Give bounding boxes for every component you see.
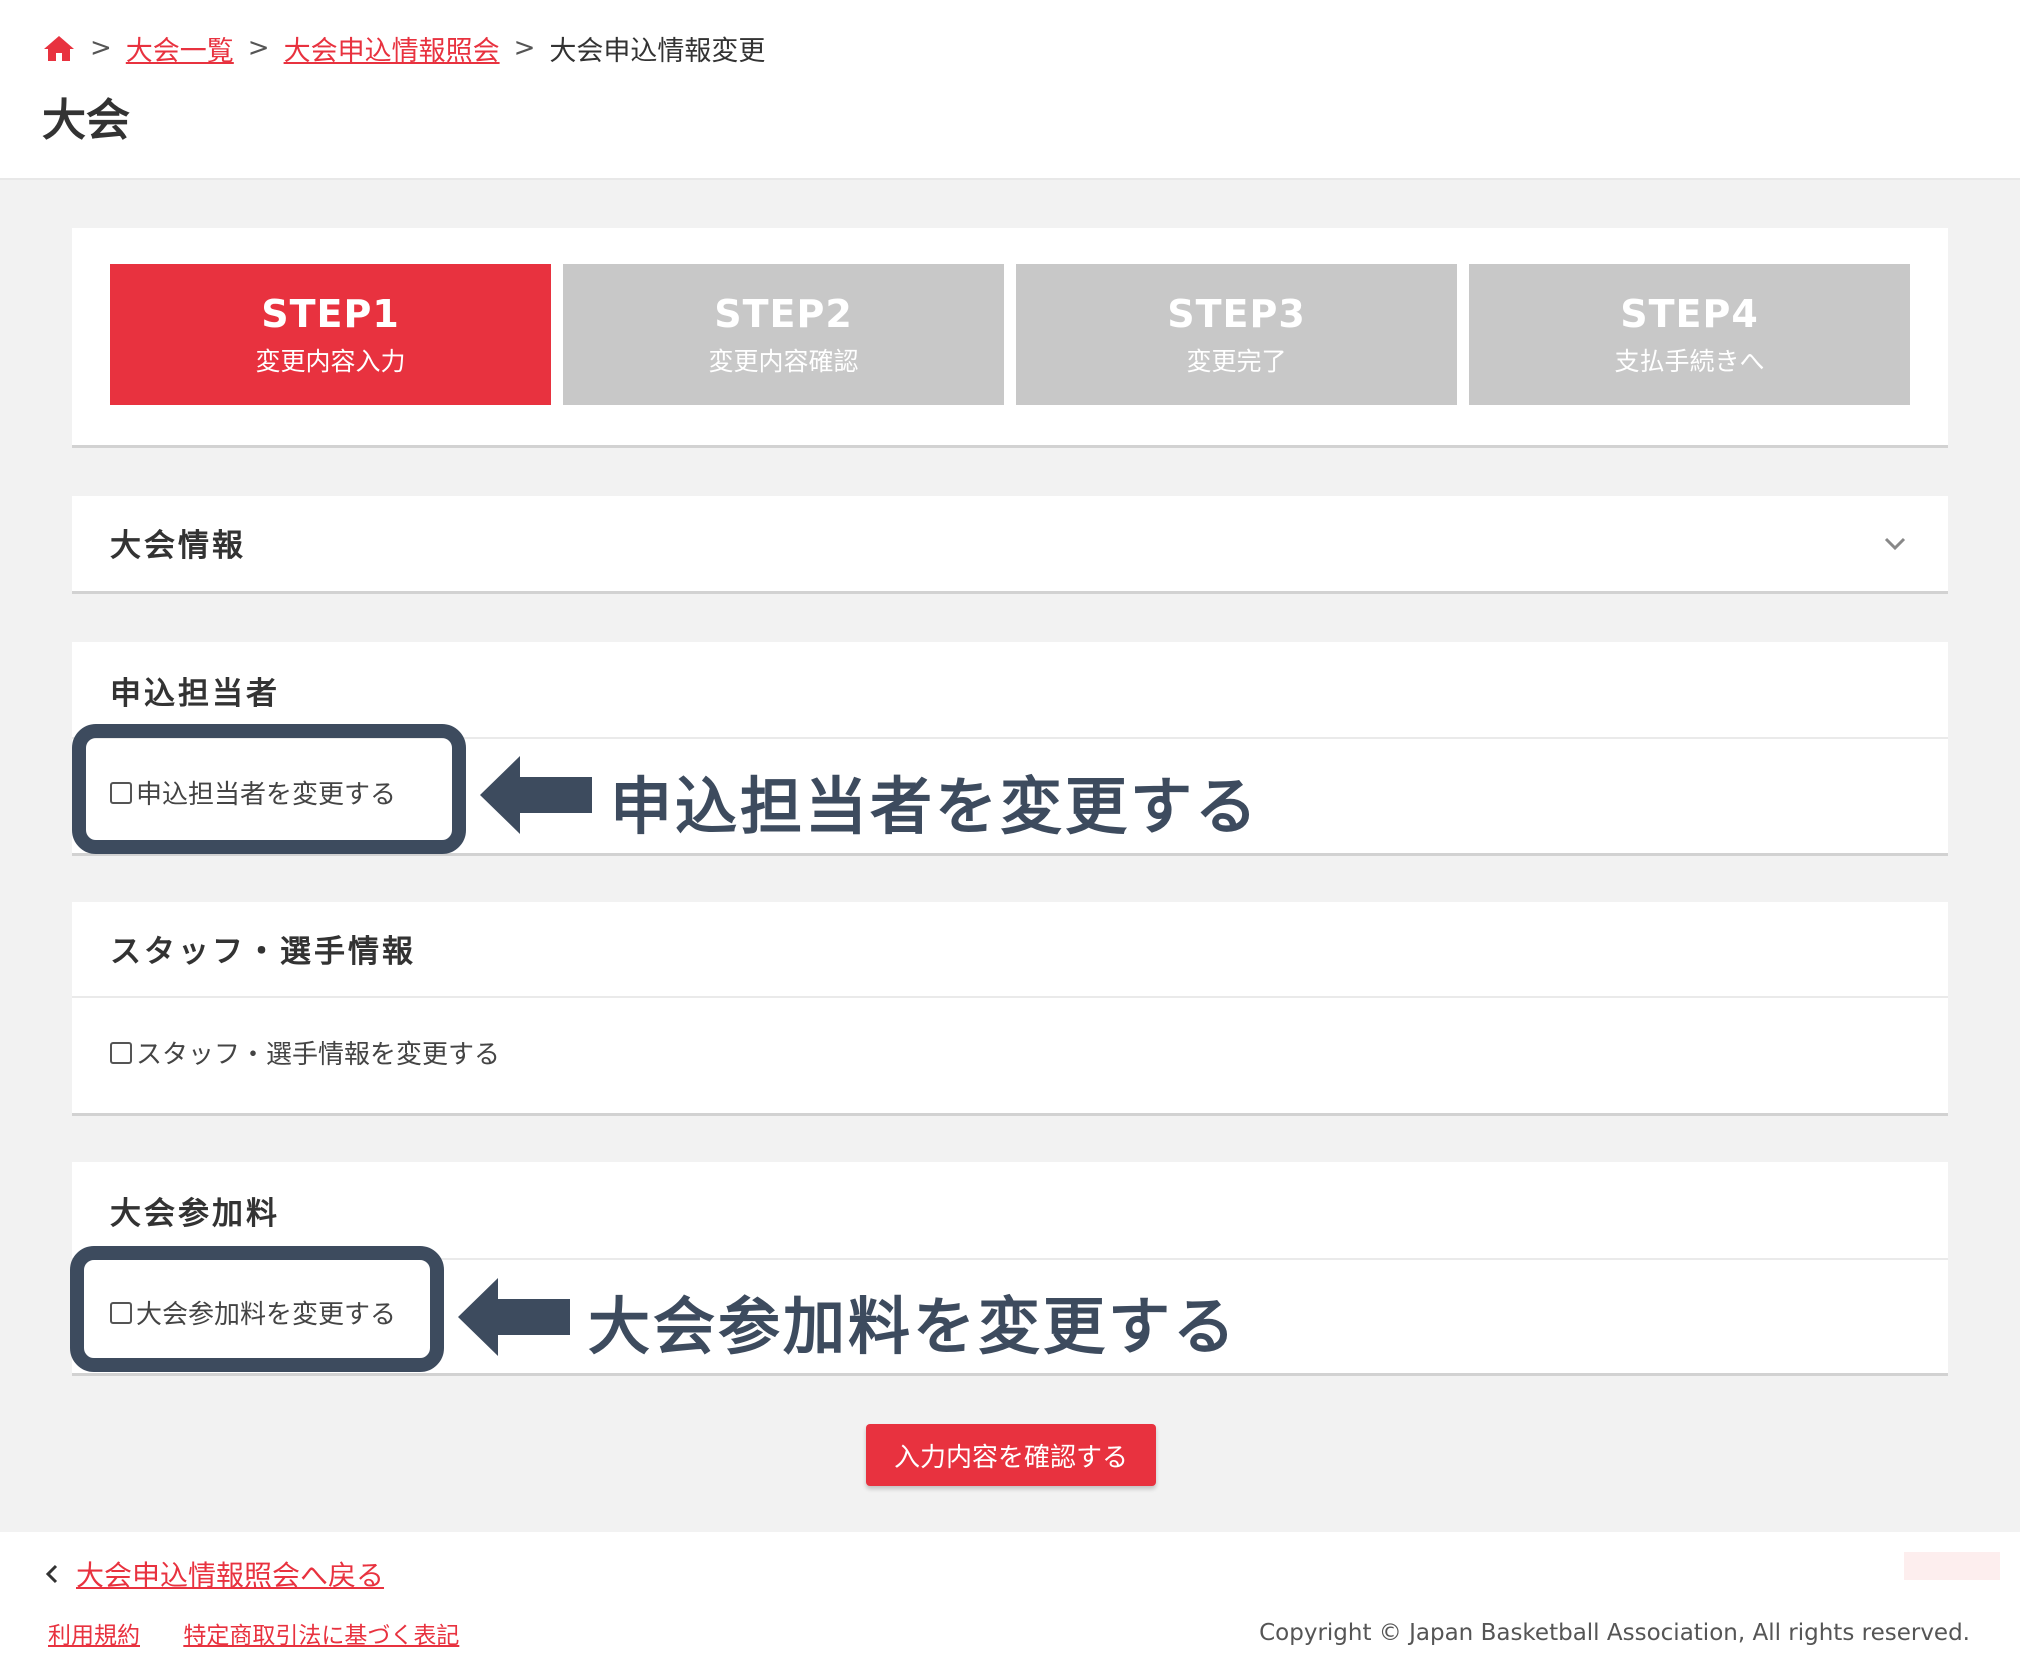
change-staff-checkbox-row[interactable]: スタッフ・選手情報を変更する — [110, 1034, 500, 1071]
section-title: スタッフ・選手情報 — [110, 934, 416, 970]
terms-link[interactable]: 利用規約 — [48, 1623, 140, 1649]
page-top-button[interactable] — [1904, 1552, 2000, 1580]
page-title: 大会 — [42, 95, 130, 146]
tournament-info-section[interactable]: 大会情報 — [72, 496, 1948, 594]
section-title: 大会参加料 — [110, 1196, 280, 1232]
step-2: STEP2 変更内容確認 — [563, 264, 1004, 405]
step-number: STEP4 — [1620, 292, 1759, 336]
copyright: Copyright © Japan Basketball Association… — [1259, 1620, 1970, 1646]
step-number: STEP3 — [1167, 292, 1306, 336]
breadcrumb-current: 大会申込情報変更 — [549, 35, 766, 67]
step-label: 変更内容入力 — [255, 347, 406, 376]
step-label: 変更内容確認 — [708, 347, 859, 376]
checkbox-label: スタッフ・選手情報を変更する — [136, 1040, 501, 1070]
commercial-law-link[interactable]: 特定商取引法に基づく表記 — [183, 1623, 459, 1649]
arrow-left-icon — [480, 756, 592, 834]
step-number: STEP1 — [261, 292, 400, 336]
highlight-box — [70, 1246, 444, 1372]
page-footer: 大会申込情報照会へ戻る 利用規約 特定商取引法に基づく表記 Copyright … — [0, 1532, 2020, 1675]
breadcrumb-separator: > — [513, 33, 536, 63]
breadcrumb-tournament-list[interactable]: 大会一覧 — [126, 29, 234, 68]
arrow-left-icon — [458, 1278, 570, 1356]
staff-player-section: スタッフ・選手情報 スタッフ・選手情報を変更する — [72, 902, 1948, 1116]
breadcrumb-application-inquiry[interactable]: 大会申込情報照会 — [284, 29, 500, 68]
back-link-row[interactable]: 大会申込情報照会へ戻る — [44, 1554, 384, 1594]
home-icon[interactable] — [42, 33, 76, 63]
footer-links: 利用規約 特定商取引法に基づく表記 — [48, 1616, 495, 1650]
step-number: STEP2 — [714, 292, 853, 336]
chevron-left-icon — [45, 1564, 58, 1584]
step-4: STEP4 支払手続きへ — [1469, 264, 1910, 405]
step-1: STEP1 変更内容入力 — [110, 264, 551, 405]
confirm-input-button[interactable]: 入力内容を確認する — [866, 1424, 1156, 1486]
page-header: > 大会一覧 > 大会申込情報照会 > 大会申込情報変更 大会 — [0, 0, 2020, 180]
step-label: 支払手続きへ — [1614, 347, 1765, 376]
callout-label: 大会参加料を変更する — [588, 1290, 1239, 1363]
step-indicator: STEP1 変更内容入力 STEP2 変更内容確認 STEP3 変更完了 STE… — [72, 228, 1948, 448]
section-title: 大会情報 — [110, 528, 246, 564]
callout-label: 申込担当者を変更する — [610, 770, 1261, 843]
breadcrumb-separator: > — [247, 33, 270, 63]
chevron-down-icon[interactable] — [1880, 528, 1910, 558]
back-to-inquiry-link[interactable]: 大会申込情報照会へ戻る — [76, 1554, 384, 1594]
section-title: 申込担当者 — [110, 676, 280, 712]
breadcrumb: > 大会一覧 > 大会申込情報照会 > 大会申込情報変更 — [42, 28, 765, 68]
breadcrumb-separator: > — [90, 33, 112, 63]
step-3: STEP3 変更完了 — [1016, 264, 1457, 405]
step-label: 変更完了 — [1186, 347, 1287, 376]
change-staff-checkbox[interactable] — [110, 1041, 132, 1064]
highlight-box — [72, 724, 466, 854]
section-divider — [72, 996, 1948, 998]
